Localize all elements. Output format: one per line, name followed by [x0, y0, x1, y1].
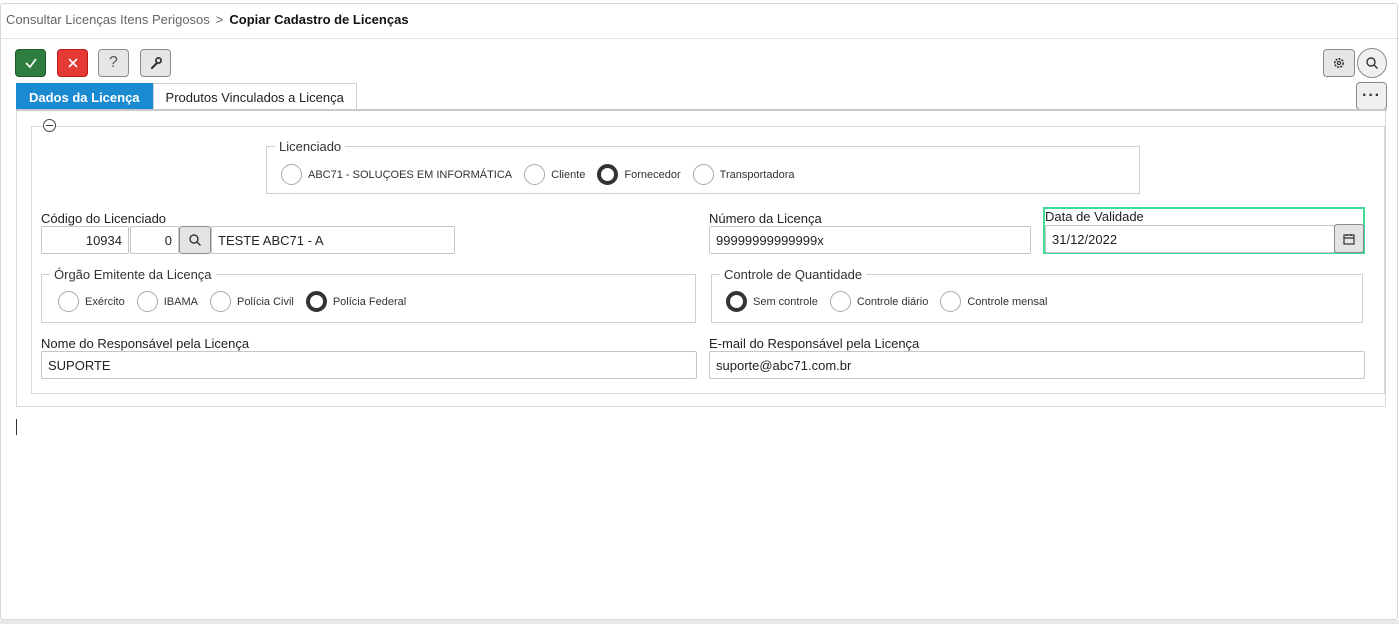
radio-label: Controle diário [856, 295, 929, 308]
help-button[interactable]: ? [98, 49, 129, 77]
help-label: ? [109, 54, 118, 71]
radio-dot [209, 291, 231, 312]
collapse-icon[interactable] [43, 119, 56, 132]
responsavel-label: Nome do Responsável pela Licença [41, 336, 250, 351]
confirm-button[interactable] [15, 49, 46, 77]
header-divider [0, 38, 1399, 39]
radio-dot [524, 164, 546, 185]
radio-label: Polícia Civil [236, 295, 294, 308]
radio-label: ABC71 - SOLUÇOES EM INFORMÁTICA [308, 168, 513, 181]
radio-dot [281, 164, 302, 185]
calendar-button[interactable] [1334, 224, 1364, 253]
breadcrumb-current: Copiar Cadastro de Licenças [229, 12, 409, 27]
radio-dot [136, 291, 158, 312]
radio-label: Fornecedor [624, 168, 681, 181]
responsavel-input[interactable]: SUPORTE [41, 351, 697, 379]
more-options-button[interactable]: ··· [1356, 82, 1387, 110]
radio-dot [829, 291, 851, 312]
radio-cliente[interactable]: Cliente [524, 164, 585, 185]
codigo-label: Código do Licenciado [41, 211, 167, 226]
text-cursor [16, 419, 17, 435]
radio-fornecedor[interactable]: Fornecedor [597, 164, 681, 185]
radio-dot-selected [305, 291, 327, 312]
radio-ibama[interactable]: IBAMA [136, 291, 198, 312]
radio-label: Exército [85, 295, 125, 308]
radio-abc71[interactable]: ABC71 - SOLUÇOES EM INFORMÁTICA [281, 164, 512, 185]
tab-dados-licenca[interactable]: Dados da Licença [16, 83, 153, 110]
radio-dot-selected [597, 164, 619, 185]
search-icon [189, 234, 201, 246]
search-button[interactable] [1357, 48, 1387, 78]
calendar-icon [1343, 233, 1355, 245]
radio-dot [58, 291, 79, 312]
controle-legend: Controle de Quantidade [724, 267, 863, 282]
close-icon [67, 58, 78, 68]
radio-transportadora[interactable]: Transportadora [692, 164, 795, 185]
validade-input[interactable]: 31/12/2022 [1045, 225, 1335, 253]
controle-options: Sem controle Controle diário Controle me… [726, 291, 1059, 312]
radio-label: Cliente [551, 168, 586, 181]
tab-produtos-vinculados[interactable]: Produtos Vinculados a Licença [152, 83, 357, 110]
orgao-options: Exército IBAMA Polícia Civil Polícia Fed… [58, 291, 418, 312]
orgao-legend: Órgão Emitente da Licença [54, 267, 212, 282]
licenciado-options: ABC71 - SOLUÇOES EM INFORMÁTICA Cliente … [281, 164, 806, 185]
tab-bar: Dados da Licença Produtos Vinculados a L… [16, 83, 357, 110]
tools-button[interactable] [140, 49, 171, 77]
codigo-sub-input[interactable]: 0 [130, 226, 179, 254]
cancel-button[interactable] [57, 49, 88, 77]
breadcrumb-parent[interactable]: Consultar Licenças Itens Perigosos [6, 12, 210, 27]
radio-label: Polícia Federal [332, 295, 407, 308]
breadcrumb: Consultar Licenças Itens Perigosos > Cop… [6, 12, 409, 27]
radio-dot [940, 291, 962, 312]
breadcrumb-separator: > [215, 12, 224, 27]
radio-sem-controle[interactable]: Sem controle [726, 291, 818, 312]
radio-policia-civil[interactable]: Polícia Civil [209, 291, 294, 312]
radio-label: Sem controle [753, 295, 818, 308]
radio-label: Controle mensal [967, 295, 1048, 308]
radio-exercito[interactable]: Exército [58, 291, 125, 312]
radio-controle-mensal[interactable]: Controle mensal [940, 291, 1047, 312]
check-icon [24, 58, 37, 69]
radio-label: Transportadora [719, 168, 795, 181]
numero-input[interactable]: 99999999999999x [709, 226, 1031, 254]
validade-label: Data de Validade [1045, 209, 1144, 224]
wrench-icon [150, 57, 162, 70]
radio-controle-diario[interactable]: Controle diário [829, 291, 929, 312]
licenciado-legend: Licenciado [279, 139, 342, 154]
more-icon: ··· [1362, 87, 1381, 104]
radio-label: IBAMA [163, 295, 198, 308]
email-label: E-mail do Responsável pela Licença [709, 336, 920, 351]
gear-icon [1334, 58, 1344, 68]
settings-button[interactable] [1323, 49, 1355, 77]
radio-dot-selected [726, 291, 747, 312]
bottom-bar [0, 620, 1399, 624]
search-icon [1366, 57, 1378, 69]
radio-dot [692, 164, 714, 185]
email-input[interactable]: suporte@abc71.com.br [709, 351, 1365, 379]
numero-label: Número da Licença [709, 211, 822, 226]
codigo-input[interactable]: 10934 [41, 226, 129, 254]
codigo-search-button[interactable] [179, 226, 211, 254]
licenciado-name-field[interactable]: TESTE ABC71 - A [211, 226, 455, 254]
radio-policia-federal[interactable]: Polícia Federal [305, 291, 407, 312]
